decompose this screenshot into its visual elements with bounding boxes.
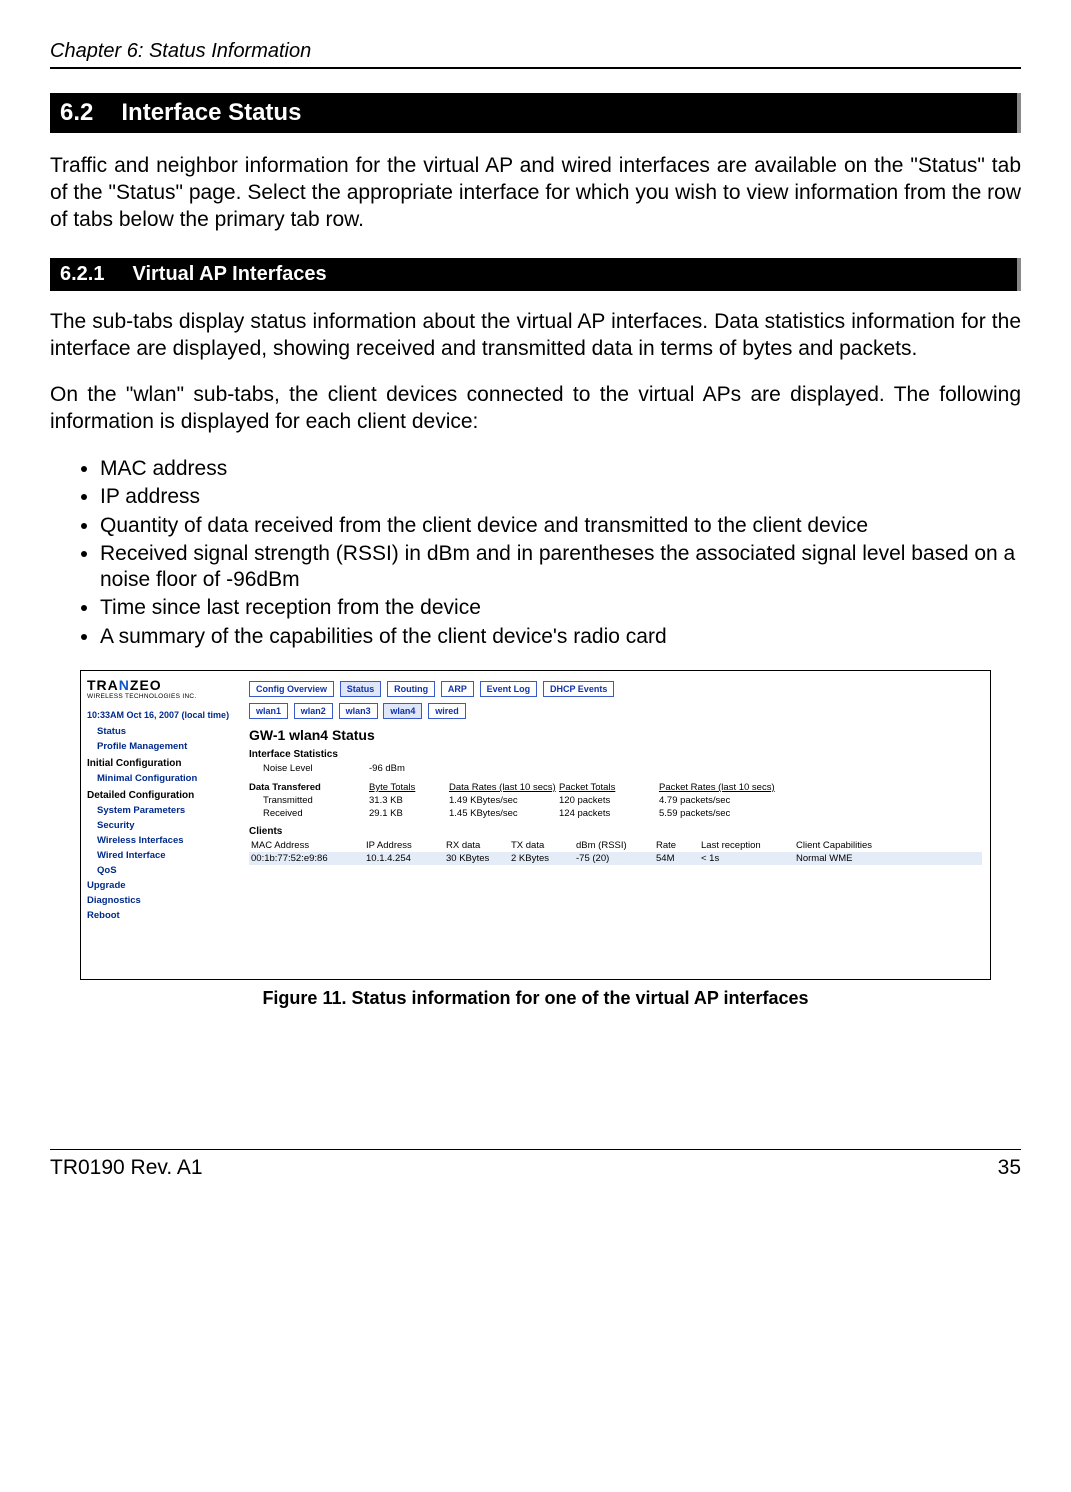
cell-rx: 30 KBytes	[444, 853, 509, 864]
tab-config-overview[interactable]: Config Overview	[249, 681, 334, 697]
tab-routing[interactable]: Routing	[387, 681, 435, 697]
rx-packet-rate: 5.59 packets/sec	[659, 807, 789, 820]
col-rate: Rate	[654, 840, 699, 851]
tab-dhcp[interactable]: DHCP Events	[543, 681, 614, 697]
subtab-wlan2[interactable]: wlan2	[294, 703, 333, 719]
list-item: MAC address	[100, 456, 1021, 482]
subsection-number: 6.2.1	[60, 263, 104, 285]
tx-packet-total: 120 packets	[559, 794, 659, 807]
subsection-title: Virtual AP Interfaces	[132, 263, 326, 285]
sub-tab-row: wlan1 wlan2 wlan3 wlan4 wired	[249, 703, 982, 719]
subsection-heading: 6.2.1 Virtual AP Interfaces	[50, 258, 1021, 291]
tx-data-rate: 1.49 KBytes/sec	[449, 794, 559, 807]
list-item: Quantity of data received from the clien…	[100, 513, 1021, 539]
cell-last: < 1s	[699, 853, 794, 864]
clients-heading: Clients	[249, 826, 982, 837]
subtab-wlan4[interactable]: wlan4	[383, 703, 422, 719]
page-footer: TR0190 Rev. A1 35	[50, 1149, 1021, 1180]
main-tab-row: Config Overview Status Routing ARP Event…	[249, 681, 982, 697]
bullet-list: MAC address IP address Quantity of data …	[50, 456, 1021, 650]
sidebar-link-minimal[interactable]: Minimal Configuration	[97, 773, 237, 784]
clients-header-row: MAC Address IP Address RX data TX data d…	[249, 839, 982, 852]
paragraph-2: On the "wlan" sub-tabs, the client devic…	[50, 382, 1021, 436]
sidebar-heading-detailed: Detailed Configuration	[87, 790, 237, 801]
col-last: Last reception	[699, 840, 794, 851]
cell-tx: 2 KBytes	[509, 853, 574, 864]
sidebar-heading-initial: Initial Configuration	[87, 758, 237, 769]
col-ip: IP Address	[364, 840, 444, 851]
header-rule	[50, 67, 1021, 69]
list-item: Time since last reception from the devic…	[100, 595, 1021, 621]
sidebar-link-wireless[interactable]: Wireless Interfaces	[97, 835, 237, 846]
tab-eventlog[interactable]: Event Log	[480, 681, 538, 697]
col-data-rates: Data Rates (last 10 secs)	[449, 781, 559, 794]
footer-left: TR0190 Rev. A1	[50, 1156, 203, 1180]
screenshot-page-title: GW-1 wlan4 Status	[249, 727, 982, 743]
rx-data-rate: 1.45 KBytes/sec	[449, 807, 559, 820]
cell-cap: Normal WME	[794, 853, 914, 864]
sidebar-time: 10:33AM Oct 16, 2007 (local time)	[87, 710, 237, 720]
paragraph-1: The sub-tabs display status information …	[50, 309, 1021, 363]
cell-dbm: -75 (20)	[574, 853, 654, 864]
list-item: A summary of the capabilities of the cli…	[100, 624, 1021, 650]
section-heading: 6.2 Interface Status	[50, 93, 1021, 133]
logo-text-mid: N	[119, 677, 130, 693]
logo-text-pre: TRA	[87, 677, 119, 693]
logo-subtitle: WIRELESS TECHNOLOGIES INC.	[87, 693, 237, 700]
tx-label: Transmitted	[249, 794, 369, 807]
embedded-screenshot: TRANZEO WIRELESS TECHNOLOGIES INC. 10:33…	[80, 670, 991, 980]
screenshot-main: Config Overview Status Routing ARP Event…	[241, 671, 990, 979]
rx-bytes: 29.1 KB	[369, 807, 449, 820]
cell-rate: 54M	[654, 853, 699, 864]
figure-caption: Figure 11. Status information for one of…	[50, 988, 1021, 1009]
logo-text-post: ZEO	[130, 677, 162, 693]
sidebar-link-qos[interactable]: QoS	[97, 865, 237, 876]
section-title: Interface Status	[121, 99, 301, 126]
logo: TRANZEO WIRELESS TECHNOLOGIES INC.	[87, 677, 237, 700]
col-mac: MAC Address	[249, 840, 364, 851]
sidebar-link-wired[interactable]: Wired Interface	[97, 850, 237, 861]
stats-heading: Interface Statistics	[249, 749, 982, 760]
screenshot-sidebar: TRANZEO WIRELESS TECHNOLOGIES INC. 10:33…	[81, 671, 241, 979]
sidebar-link-upgrade[interactable]: Upgrade	[87, 880, 237, 891]
list-item: IP address	[100, 484, 1021, 510]
subtab-wlan1[interactable]: wlan1	[249, 703, 288, 719]
noise-value: -96 dBm	[369, 762, 405, 775]
subtab-wlan3[interactable]: wlan3	[339, 703, 378, 719]
tab-arp[interactable]: ARP	[441, 681, 474, 697]
sidebar-link-profile[interactable]: Profile Management	[97, 741, 237, 752]
col-rx: RX data	[444, 840, 509, 851]
col-packet-totals: Packet Totals	[559, 781, 659, 794]
rx-label: Received	[249, 807, 369, 820]
cell-ip: 10.1.4.254	[364, 853, 444, 864]
section-number: 6.2	[60, 99, 93, 126]
intro-paragraph: Traffic and neighbor information for the…	[50, 153, 1021, 234]
clients-data-row: 00:1b:77:52:e9:86 10.1.4.254 30 KBytes 2…	[249, 852, 982, 865]
sidebar-link-status[interactable]: Status	[97, 726, 237, 737]
rx-packet-total: 124 packets	[559, 807, 659, 820]
noise-label: Noise Level	[249, 762, 369, 775]
sidebar-link-reboot[interactable]: Reboot	[87, 910, 237, 921]
subtab-wired[interactable]: wired	[428, 703, 466, 719]
cell-mac: 00:1b:77:52:e9:86	[249, 853, 364, 864]
list-item: Received signal strength (RSSI) in dBm a…	[100, 541, 1021, 594]
sidebar-link-sysparams[interactable]: System Parameters	[97, 805, 237, 816]
tx-packet-rate: 4.79 packets/sec	[659, 794, 789, 807]
col-packet-rates: Packet Rates (last 10 secs)	[659, 781, 789, 794]
sidebar-link-security[interactable]: Security	[97, 820, 237, 831]
chapter-header: Chapter 6: Status Information	[50, 40, 1021, 63]
col-tx: TX data	[509, 840, 574, 851]
sidebar-link-diagnostics[interactable]: Diagnostics	[87, 895, 237, 906]
data-transferred-label: Data Transfered	[249, 781, 369, 794]
tx-bytes: 31.3 KB	[369, 794, 449, 807]
clients-table: Clients MAC Address IP Address RX data T…	[249, 826, 982, 865]
col-dbm: dBm (RSSI)	[574, 840, 654, 851]
interface-statistics: Interface Statistics Noise Level -96 dBm…	[249, 749, 982, 820]
footer-right: 35	[998, 1156, 1021, 1180]
tab-status[interactable]: Status	[340, 681, 382, 697]
col-cap: Client Capabilities	[794, 840, 914, 851]
col-byte-totals: Byte Totals	[369, 781, 449, 794]
